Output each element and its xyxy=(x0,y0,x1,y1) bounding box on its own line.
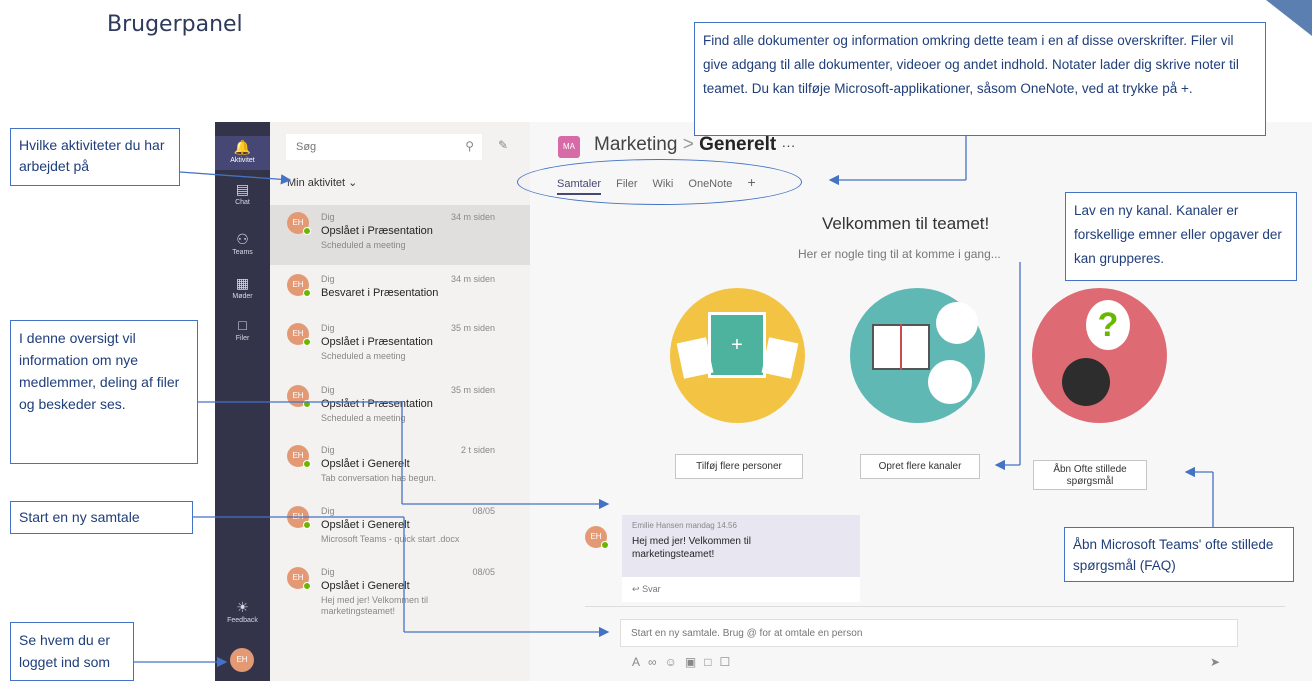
callout-activities: Hvilke aktiviteter du har arbejdet på xyxy=(10,128,180,186)
callout-faq: Åbn Microsoft Teams' ofte stillede spørg… xyxy=(1064,527,1294,582)
callout-logged-in: Se hvem du er logget ind som xyxy=(10,622,134,681)
callout-new-conversation: Start en ny samtale xyxy=(10,501,193,534)
callout-new-channel: Lav en ny kanal. Kanaler er forskellige … xyxy=(1065,192,1297,281)
callout-overview: I denne oversigt vil information om nye … xyxy=(10,320,198,464)
callout-tabs-info: Find alle dokumenter og information omkr… xyxy=(694,22,1266,136)
